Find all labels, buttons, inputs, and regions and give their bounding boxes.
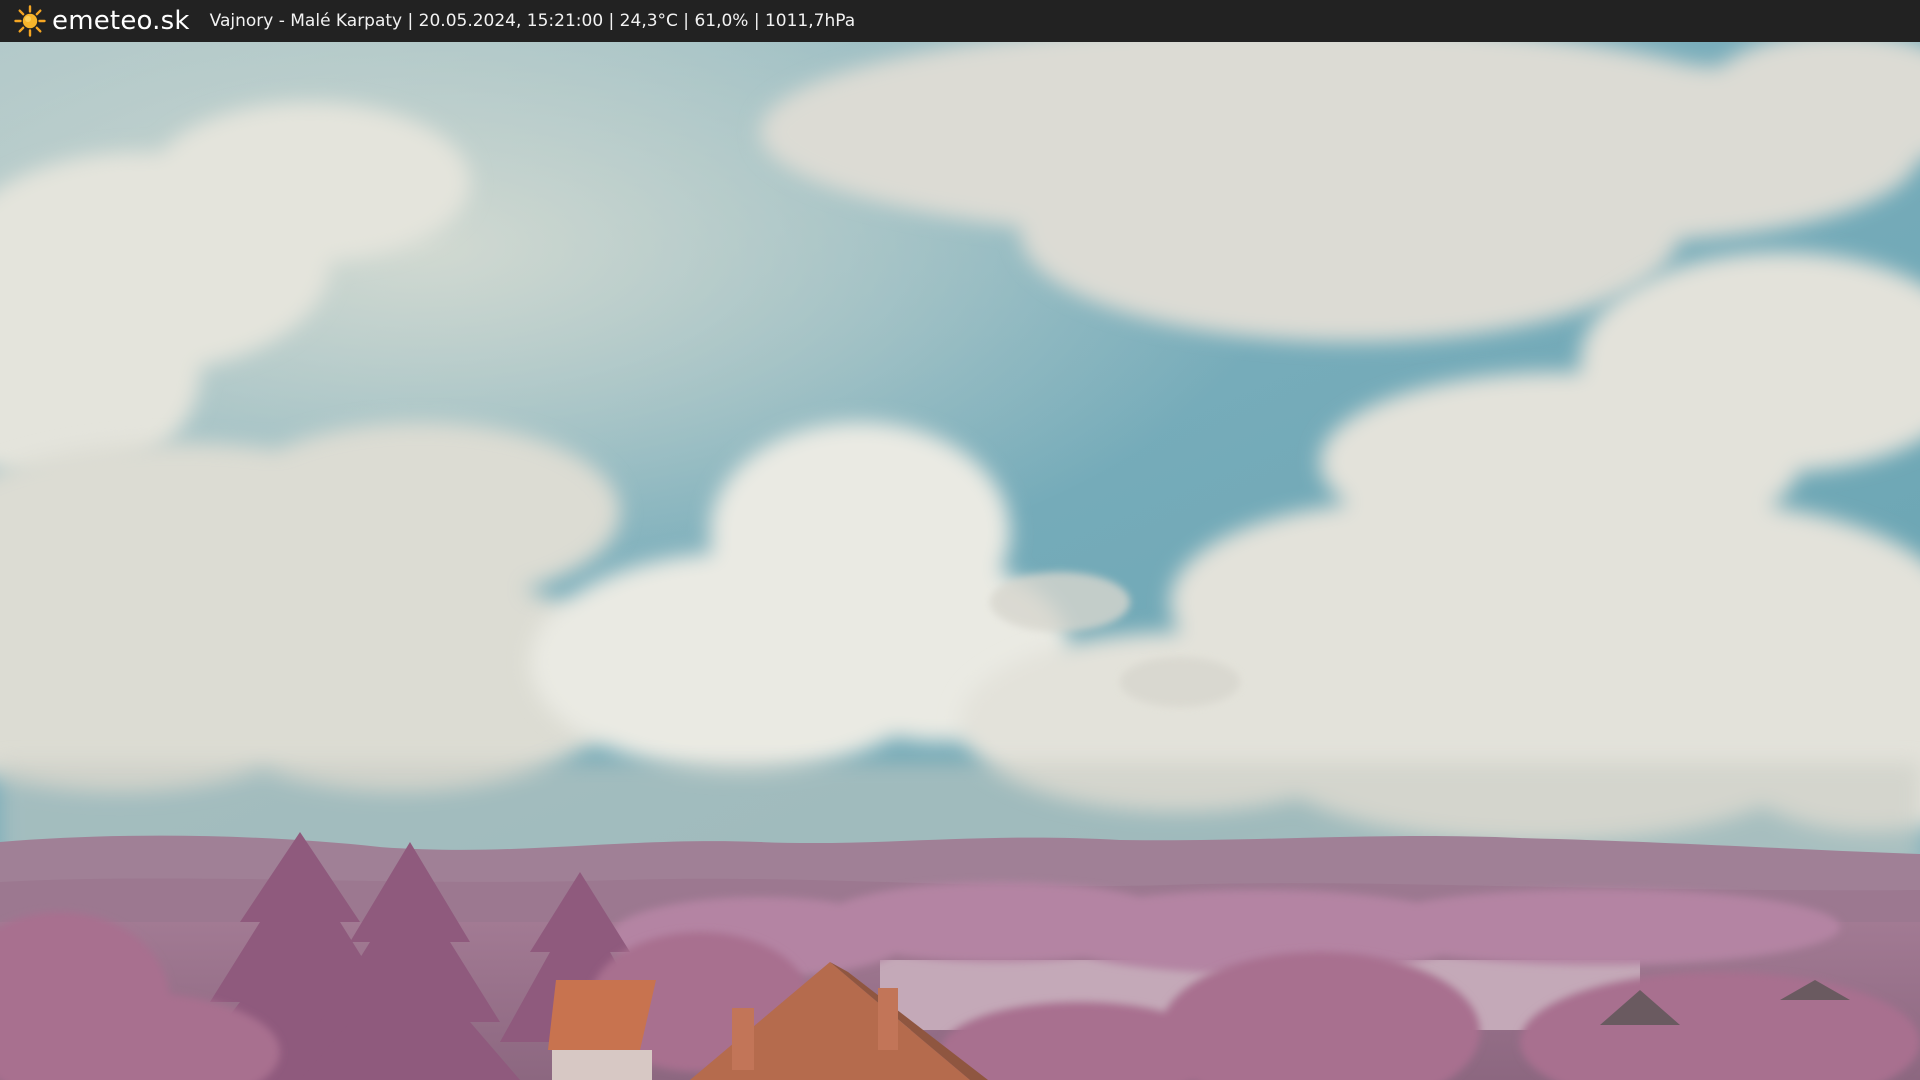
webcam-caption: Vajnory - Malé Karpaty | 20.05.2024, 15:… — [209, 11, 856, 31]
brand-name: emeteo.sk — [52, 6, 190, 36]
brand-logo[interactable]: emeteo.sk — [14, 5, 190, 37]
header-bar: emeteo.sk Vajnory - Malé Karpaty | 20.05… — [0, 0, 1920, 42]
webcam-image — [0, 42, 1920, 1080]
sun-icon — [14, 5, 46, 37]
